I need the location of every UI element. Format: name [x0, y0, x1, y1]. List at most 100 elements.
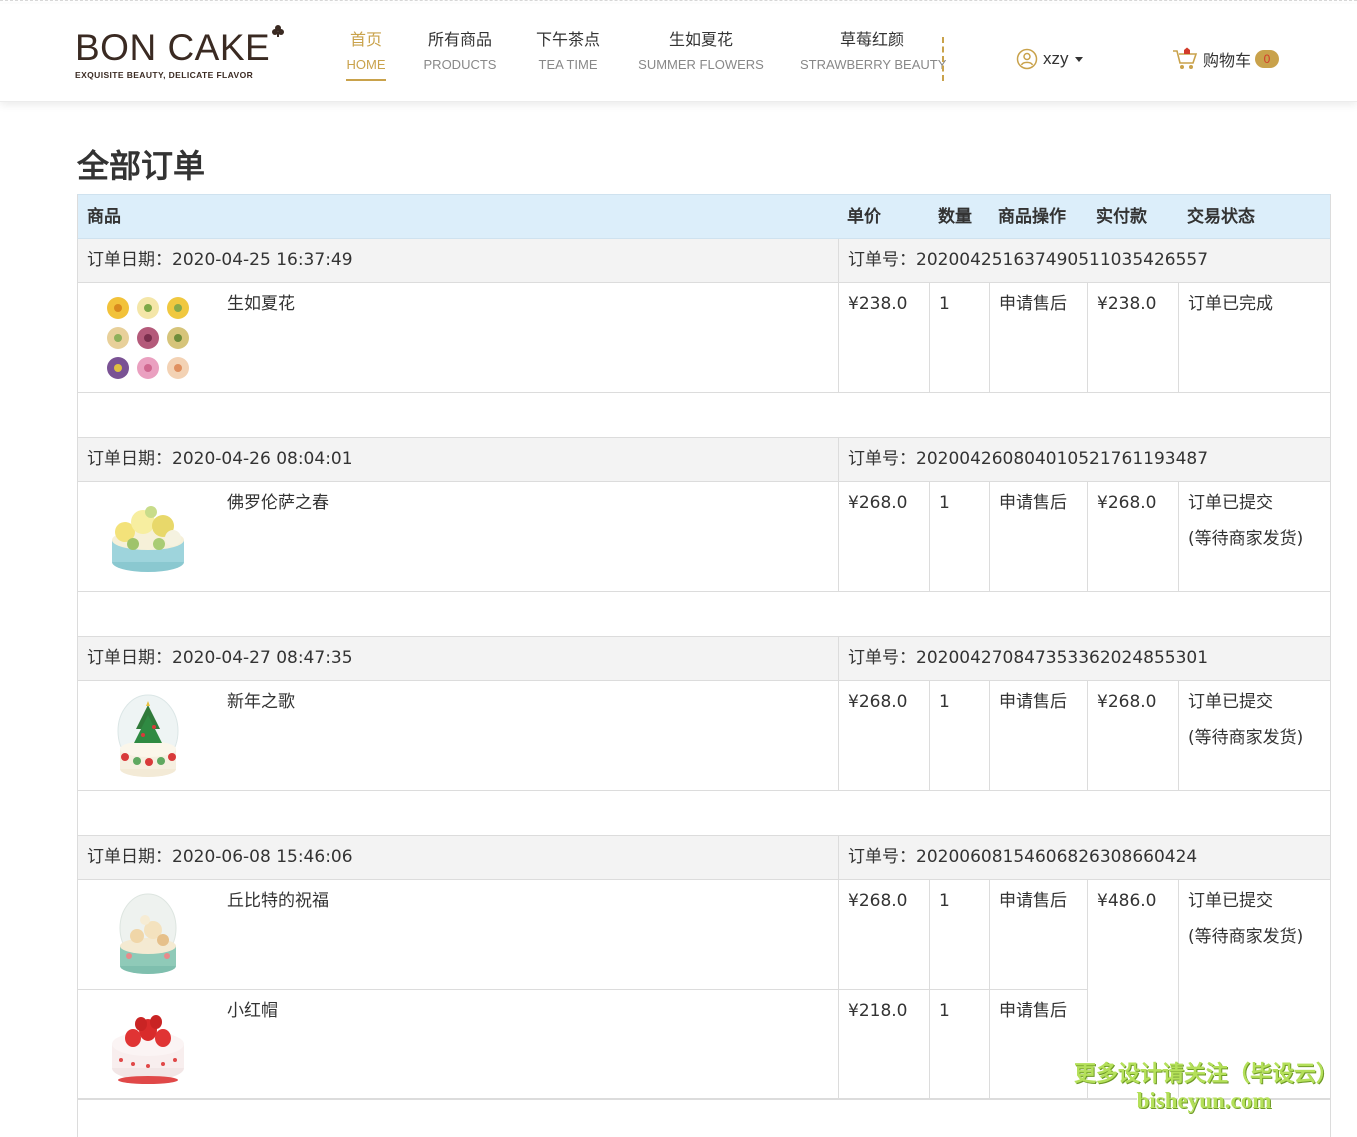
order-date: 订单日期：2020-04-27 08:47:35 — [87, 648, 353, 668]
qty-cell: 1 — [929, 482, 989, 591]
nav-strawberry-beauty[interactable]: 草莓红颜 STRAWBERRY BEAUTY — [800, 29, 947, 89]
nav-tea-time-en: TEA TIME — [538, 57, 598, 72]
brand-tagline: EXQUISITE BEAUTY, DELICATE FLAVOR — [75, 70, 254, 80]
status-cell: 订单已完成 — [1178, 283, 1330, 392]
order-spacer — [77, 592, 1331, 637]
nav-summer-flowers[interactable]: 生如夏花 SUMMER FLOWERS — [636, 29, 766, 89]
order-item-row: 丘比特的祝福 ¥268.0 1 申请售后 — [78, 880, 1087, 990]
paid-cell: ¥238.0 — [1087, 283, 1178, 392]
order-number: 订单号：20200608154606826308660424 — [838, 836, 1330, 879]
order-item-row: 生如夏花 ¥238.0 1 申请售后 ¥238.0 订单已完成 — [77, 283, 1331, 393]
orders-table: 商品 单价 数量 商品操作 实付款 交易状态 订单日期：2020-04-25 1… — [77, 194, 1331, 1137]
product-cell: 小红帽 — [78, 990, 838, 1100]
order-item-row: 小红帽 ¥218.0 1 申请售后 — [78, 990, 1087, 1100]
after-sales-link[interactable]: 申请售后 — [989, 283, 1087, 392]
nav-summer-flowers-en: SUMMER FLOWERS — [638, 57, 764, 72]
dome-cake-image — [119, 893, 177, 974]
nav-products-cn: 所有商品 — [427, 30, 492, 49]
nav-home[interactable]: 首页 HOME — [344, 29, 388, 89]
header-paid: 实付款 — [1096, 207, 1147, 227]
price-cell: ¥238.0 — [838, 283, 929, 392]
status-note: (等待商家发货) — [1188, 529, 1304, 549]
nav-divider — [942, 37, 944, 81]
cart-link[interactable]: 购物车 0 — [1172, 46, 1280, 72]
product-name[interactable]: 新年之歌 — [227, 690, 295, 714]
order-header-row: 订单日期：2020-06-08 15:46:06 订单号：20200608154… — [77, 836, 1331, 880]
price-cell: ¥268.0 — [838, 681, 929, 790]
nav-summer-flowers-cn: 生如夏花 — [668, 30, 733, 49]
after-sales-link[interactable]: 申请售后 — [989, 880, 1087, 989]
product-cell: 佛罗伦萨之春 — [78, 482, 838, 591]
order-date: 订单日期：2020-04-26 08:04:01 — [87, 449, 353, 469]
nav-products[interactable]: 所有商品 PRODUCTS — [420, 29, 500, 89]
order-number: 订单号：20200427084735336202485530​1 — [838, 637, 1330, 680]
page-title: 全部订单 — [77, 147, 206, 185]
order-date: 订单日期：2020-06-08 15:46:06 — [87, 847, 353, 867]
order-header-row: 订单日期：2020-04-25 16:37:49 订单号：20200425163… — [77, 239, 1331, 283]
product-name[interactable]: 小红帽 — [227, 999, 278, 1023]
header-qty: 数量 — [938, 207, 972, 227]
xmas-cake-image — [117, 694, 179, 777]
order-number: 订单号：20200425163749051103542655​7 — [838, 239, 1330, 282]
qty-cell: 1 — [929, 990, 989, 1100]
paid-cell: ¥268.0 — [1087, 482, 1178, 591]
product-name[interactable]: 生如夏花 — [227, 292, 295, 316]
site-header: BON CAKE EXQUISITE BEAUTY, DELICATE FLAV… — [0, 4, 1357, 102]
price-cell: ¥218.0 — [838, 990, 929, 1100]
status-cell: 订单已提交 (等待商家发货) — [1178, 482, 1330, 591]
status-text: 订单已提交 — [1188, 891, 1273, 911]
nav-home-en: HOME — [346, 57, 386, 72]
strawberry-cake-image — [112, 1015, 184, 1084]
price-cell: ¥268.0 — [838, 880, 929, 989]
paid-cell: ¥268.0 — [1087, 681, 1178, 790]
nav-strawberry-beauty-en: STRAWBERRY BEAUTY — [800, 57, 947, 72]
nav-tea-time-cn: 下午茶点 — [535, 30, 600, 49]
chevron-down-icon — [1074, 56, 1083, 62]
watermark: 更多设计请关注（毕设云） bisheyun.com — [1074, 1062, 1338, 1114]
status-note: (等待商家发货) — [1188, 728, 1304, 748]
status-cell: 订单已提交 (等待商家发货) — [1178, 681, 1330, 790]
order-item-row: 佛罗伦萨之春 ¥268.0 1 申请售后 ¥268.0 订单已提交 (等待商家发… — [77, 482, 1331, 592]
qty-cell: 1 — [929, 880, 989, 989]
order-item-row: 新年之歌 ¥268.0 1 申请售后 ¥268.0 订单已提交 (等待商家发货) — [77, 681, 1331, 791]
user-name: xzy — [1043, 49, 1069, 68]
product-cell: 丘比特的祝福 — [78, 880, 838, 989]
nav-home-cn: 首页 — [349, 30, 382, 49]
product-name[interactable]: 丘比特的祝福 — [227, 889, 329, 913]
header-status: 交易状态 — [1187, 207, 1255, 227]
brand-logo[interactable]: BON CAKE EXQUISITE BEAUTY, DELICATE FLAV… — [75, 25, 295, 88]
status-text: 订单已提交 — [1188, 692, 1273, 712]
user-menu[interactable]: xzy — [1016, 47, 1083, 71]
nav-tea-time[interactable]: 下午茶点 TEA TIME — [532, 29, 604, 89]
brand-diamond-icon — [272, 25, 284, 37]
nav-active-underline — [346, 79, 386, 81]
cart-label: 购物车 — [1203, 51, 1252, 70]
user-circle-icon — [1016, 48, 1038, 70]
after-sales-link[interactable]: 申请售后 — [989, 681, 1087, 790]
nav-products-en: PRODUCTS — [423, 57, 497, 72]
order-spacer — [77, 393, 1331, 438]
product-cell: 新年之歌 — [78, 681, 838, 790]
status-text: 订单已完成 — [1188, 294, 1273, 314]
after-sales-link[interactable]: 申请售后 — [989, 990, 1087, 1100]
qty-cell: 1 — [929, 283, 989, 392]
price-cell: ¥268.0 — [838, 482, 929, 591]
flower-cupcakes-image — [107, 297, 189, 379]
order-header-row: 订单日期：2020-04-26 08:04:01 订单号：20200426080… — [77, 438, 1331, 482]
header-price: 单价 — [847, 207, 881, 227]
shopping-cart-icon — [1173, 47, 1198, 69]
flower-cake-image — [112, 506, 184, 572]
header-action: 商品操作 — [998, 207, 1066, 227]
qty-cell: 1 — [929, 681, 989, 790]
nav-strawberry-beauty-cn: 草莓红颜 — [839, 30, 904, 49]
order-spacer — [77, 791, 1331, 836]
after-sales-link[interactable]: 申请售后 — [989, 482, 1087, 591]
header-product: 商品 — [87, 207, 121, 227]
cart-count-badge: 0 — [1255, 50, 1280, 68]
product-name[interactable]: 佛罗伦萨之春 — [227, 491, 329, 515]
status-text: 订单已提交 — [1188, 493, 1273, 513]
order-header-row: 订单日期：2020-04-27 08:47:35 订单号：20200427084… — [77, 637, 1331, 681]
brand-name: BON CAKE — [75, 27, 271, 68]
status-note: (等待商家发货) — [1188, 927, 1304, 947]
product-cell: 生如夏花 — [78, 283, 838, 392]
